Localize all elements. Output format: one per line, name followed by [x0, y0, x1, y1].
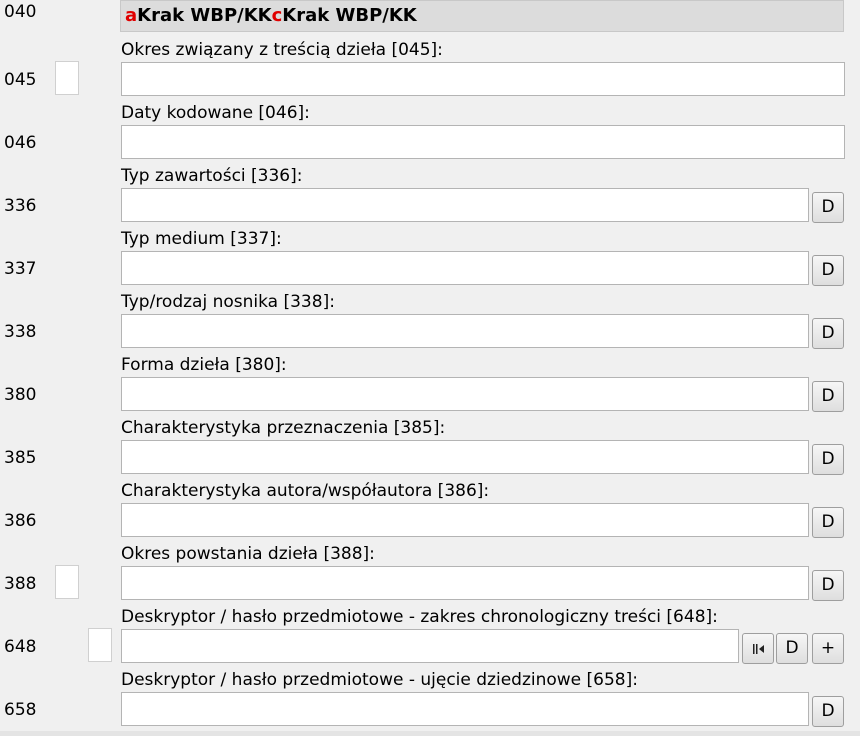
field-row-388: Okres powstania dzieła [388]: 388 D [0, 543, 860, 606]
dictionary-button[interactable]: D [812, 318, 844, 349]
field-label: Deskryptor / hasło przedmiotowe - zakres… [121, 607, 718, 627]
dictionary-button[interactable]: D [812, 255, 844, 286]
dictionary-button[interactable]: D [812, 381, 844, 412]
dictionary-button[interactable]: D [812, 507, 844, 538]
tag-number: 046 [4, 133, 37, 153]
subfield-code-c: c [271, 5, 283, 26]
field-338-input[interactable] [121, 314, 809, 348]
field-label: Charakterystyka przeznaczenia [385]: [121, 418, 446, 438]
tag-number: 045 [4, 70, 37, 90]
field-648-input[interactable] [121, 629, 739, 663]
field-row-045: Okres związany z treścią dzieła [045]: 0… [0, 39, 860, 102]
subfield-text-c: Krak WBP/KK [282, 5, 417, 26]
field-386-input[interactable] [121, 503, 809, 537]
field-label: Charakterystyka autora/współautora [386]… [121, 481, 490, 501]
field-045-input[interactable] [121, 62, 845, 96]
field-336-input[interactable] [121, 188, 809, 222]
field-row-337: Typ medium [337]: 337 D [0, 228, 860, 291]
field-388-input[interactable] [121, 566, 809, 600]
field-label: Typ medium [337]: [121, 229, 282, 249]
field-row-658: Deskryptor / hasło przedmiotowe - ujęcie… [0, 669, 860, 732]
subfield-text-a: Krak WBP/KK [137, 5, 272, 26]
tag-number: 338 [4, 322, 37, 342]
field-label: Okres związany z treścią dzieła [045]: [121, 40, 443, 60]
picker-button[interactable] [742, 633, 774, 664]
field-label: Daty kodowane [046]: [121, 103, 310, 123]
dictionary-button[interactable]: D [812, 444, 844, 475]
dictionary-button[interactable]: D [812, 192, 844, 223]
indicator-box[interactable] [88, 628, 112, 662]
field-row-385: Charakterystyka przeznaczenia [385]: 385… [0, 417, 860, 480]
dictionary-button[interactable]: D [776, 633, 808, 664]
subfield-code-a: a [125, 5, 138, 26]
field-046-input[interactable] [121, 125, 845, 159]
field-row-380: Forma dzieła [380]: 380 D [0, 354, 860, 417]
field-label: Forma dzieła [380]: [121, 355, 287, 375]
field-337-input[interactable] [121, 251, 809, 285]
field-label: Typ/rodzaj nosnika [338]: [121, 292, 335, 312]
dictionary-button[interactable]: D [812, 696, 844, 727]
field-row-046: Daty kodowane [046]: 046 [0, 102, 860, 165]
tag-number: 385 [4, 448, 37, 468]
tag-number: 337 [4, 259, 37, 279]
tag-number: 380 [4, 385, 37, 405]
tag-number: 388 [4, 574, 37, 594]
field-385-input[interactable] [121, 440, 809, 474]
field-040-value[interactable]: aKrak WBP/KKcKrak WBP/KK [120, 0, 844, 32]
dictionary-button[interactable]: D [812, 570, 844, 601]
indicator-box[interactable] [55, 565, 79, 599]
field-row-040: 040 aKrak WBP/KKcKrak WBP/KK [0, 0, 860, 34]
indicator-box[interactable] [55, 61, 79, 95]
add-field-button[interactable]: + [812, 633, 844, 664]
field-row-648: Deskryptor / hasło przedmiotowe - zakres… [0, 606, 860, 669]
tag-number: 658 [4, 700, 37, 720]
field-label: Typ zawartości [336]: [121, 166, 303, 186]
tag-number: 386 [4, 511, 37, 531]
tag-number: 648 [4, 637, 37, 657]
field-label: Okres powstania dzieła [388]: [121, 544, 375, 564]
field-658-input[interactable] [121, 692, 809, 726]
field-label: Deskryptor / hasło przedmiotowe - ujęcie… [121, 670, 638, 690]
field-380-input[interactable] [121, 377, 809, 411]
tag-number: 336 [4, 196, 37, 216]
picker-icon [753, 644, 764, 654]
bottom-divider [0, 731, 860, 736]
field-row-336: Typ zawartości [336]: 336 D [0, 165, 860, 228]
field-row-338: Typ/rodzaj nosnika [338]: 338 D [0, 291, 860, 354]
tag-number: 040 [4, 2, 37, 22]
field-row-386: Charakterystyka autora/współautora [386]… [0, 480, 860, 543]
